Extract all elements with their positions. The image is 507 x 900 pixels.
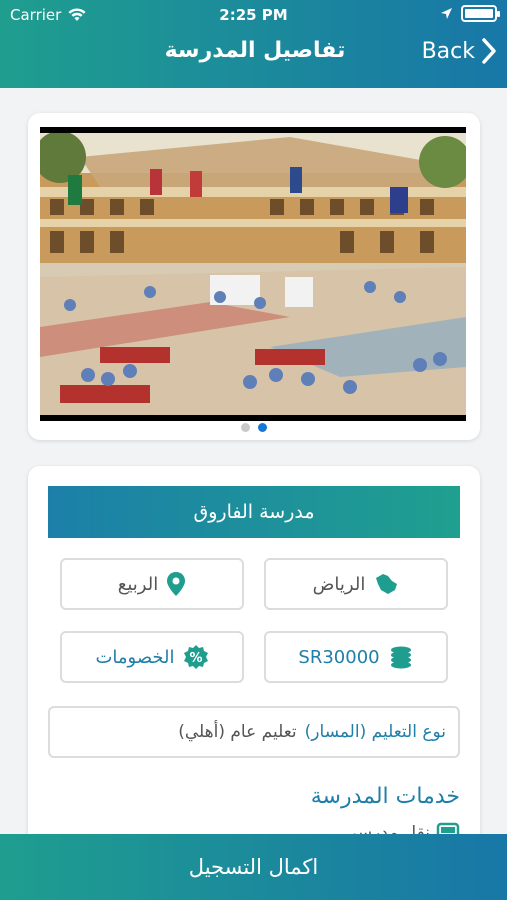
page-title: تفاصيل المدرسة <box>164 38 346 63</box>
school-details-card: مدرسة الفاروق الرياض الربيع SR30000 % ال… <box>28 466 480 886</box>
city-field: الرياض <box>264 558 448 610</box>
education-type-field: نوع التعليم (المسار) تعليم عام (أهلي) <box>48 706 460 758</box>
image-gallery-card <box>28 113 480 440</box>
saudi-map-icon <box>376 574 398 594</box>
education-type-label: نوع التعليم (المسار) <box>304 722 446 742</box>
gallery-dot-active[interactable] <box>258 423 267 432</box>
school-services-heading: خدمات المدرسة <box>310 784 460 809</box>
price-field: SR30000 <box>264 631 448 683</box>
back-label: Back <box>421 38 475 64</box>
district-value: الربيع <box>117 573 159 595</box>
status-bar: Carrier 2:25 PM <box>0 0 507 30</box>
school-name-banner: مدرسة الفاروق <box>48 486 460 538</box>
school-photo[interactable] <box>40 127 466 421</box>
school-photo-illustration <box>40 127 466 421</box>
svg-text:%: % <box>189 651 202 666</box>
chevron-right-icon <box>482 38 496 64</box>
location-arrow-icon <box>441 8 452 19</box>
back-button[interactable]: Back <box>422 38 497 64</box>
map-pin-icon <box>167 572 186 596</box>
discounts-label: الخصومات <box>95 646 175 668</box>
battery-icon <box>461 5 500 22</box>
gallery-page-indicator[interactable] <box>28 423 480 432</box>
clock: 2:25 PM <box>219 6 288 24</box>
education-type-value: تعليم عام (أهلي) <box>178 722 297 742</box>
price-value: SR30000 <box>298 646 380 668</box>
percent-badge-icon: % <box>183 645 208 669</box>
header-bar: Carrier 2:25 PM تفاصيل المدرسة Back <box>0 0 507 88</box>
city-value: الرياض <box>312 573 366 595</box>
discounts-button[interactable]: % الخصومات <box>60 631 244 683</box>
complete-registration-button[interactable]: اكمال التسجيل <box>0 834 507 900</box>
coins-icon <box>390 646 411 669</box>
district-field: الربيع <box>60 558 244 610</box>
status-right <box>440 5 500 22</box>
gallery-dot[interactable] <box>241 423 250 432</box>
